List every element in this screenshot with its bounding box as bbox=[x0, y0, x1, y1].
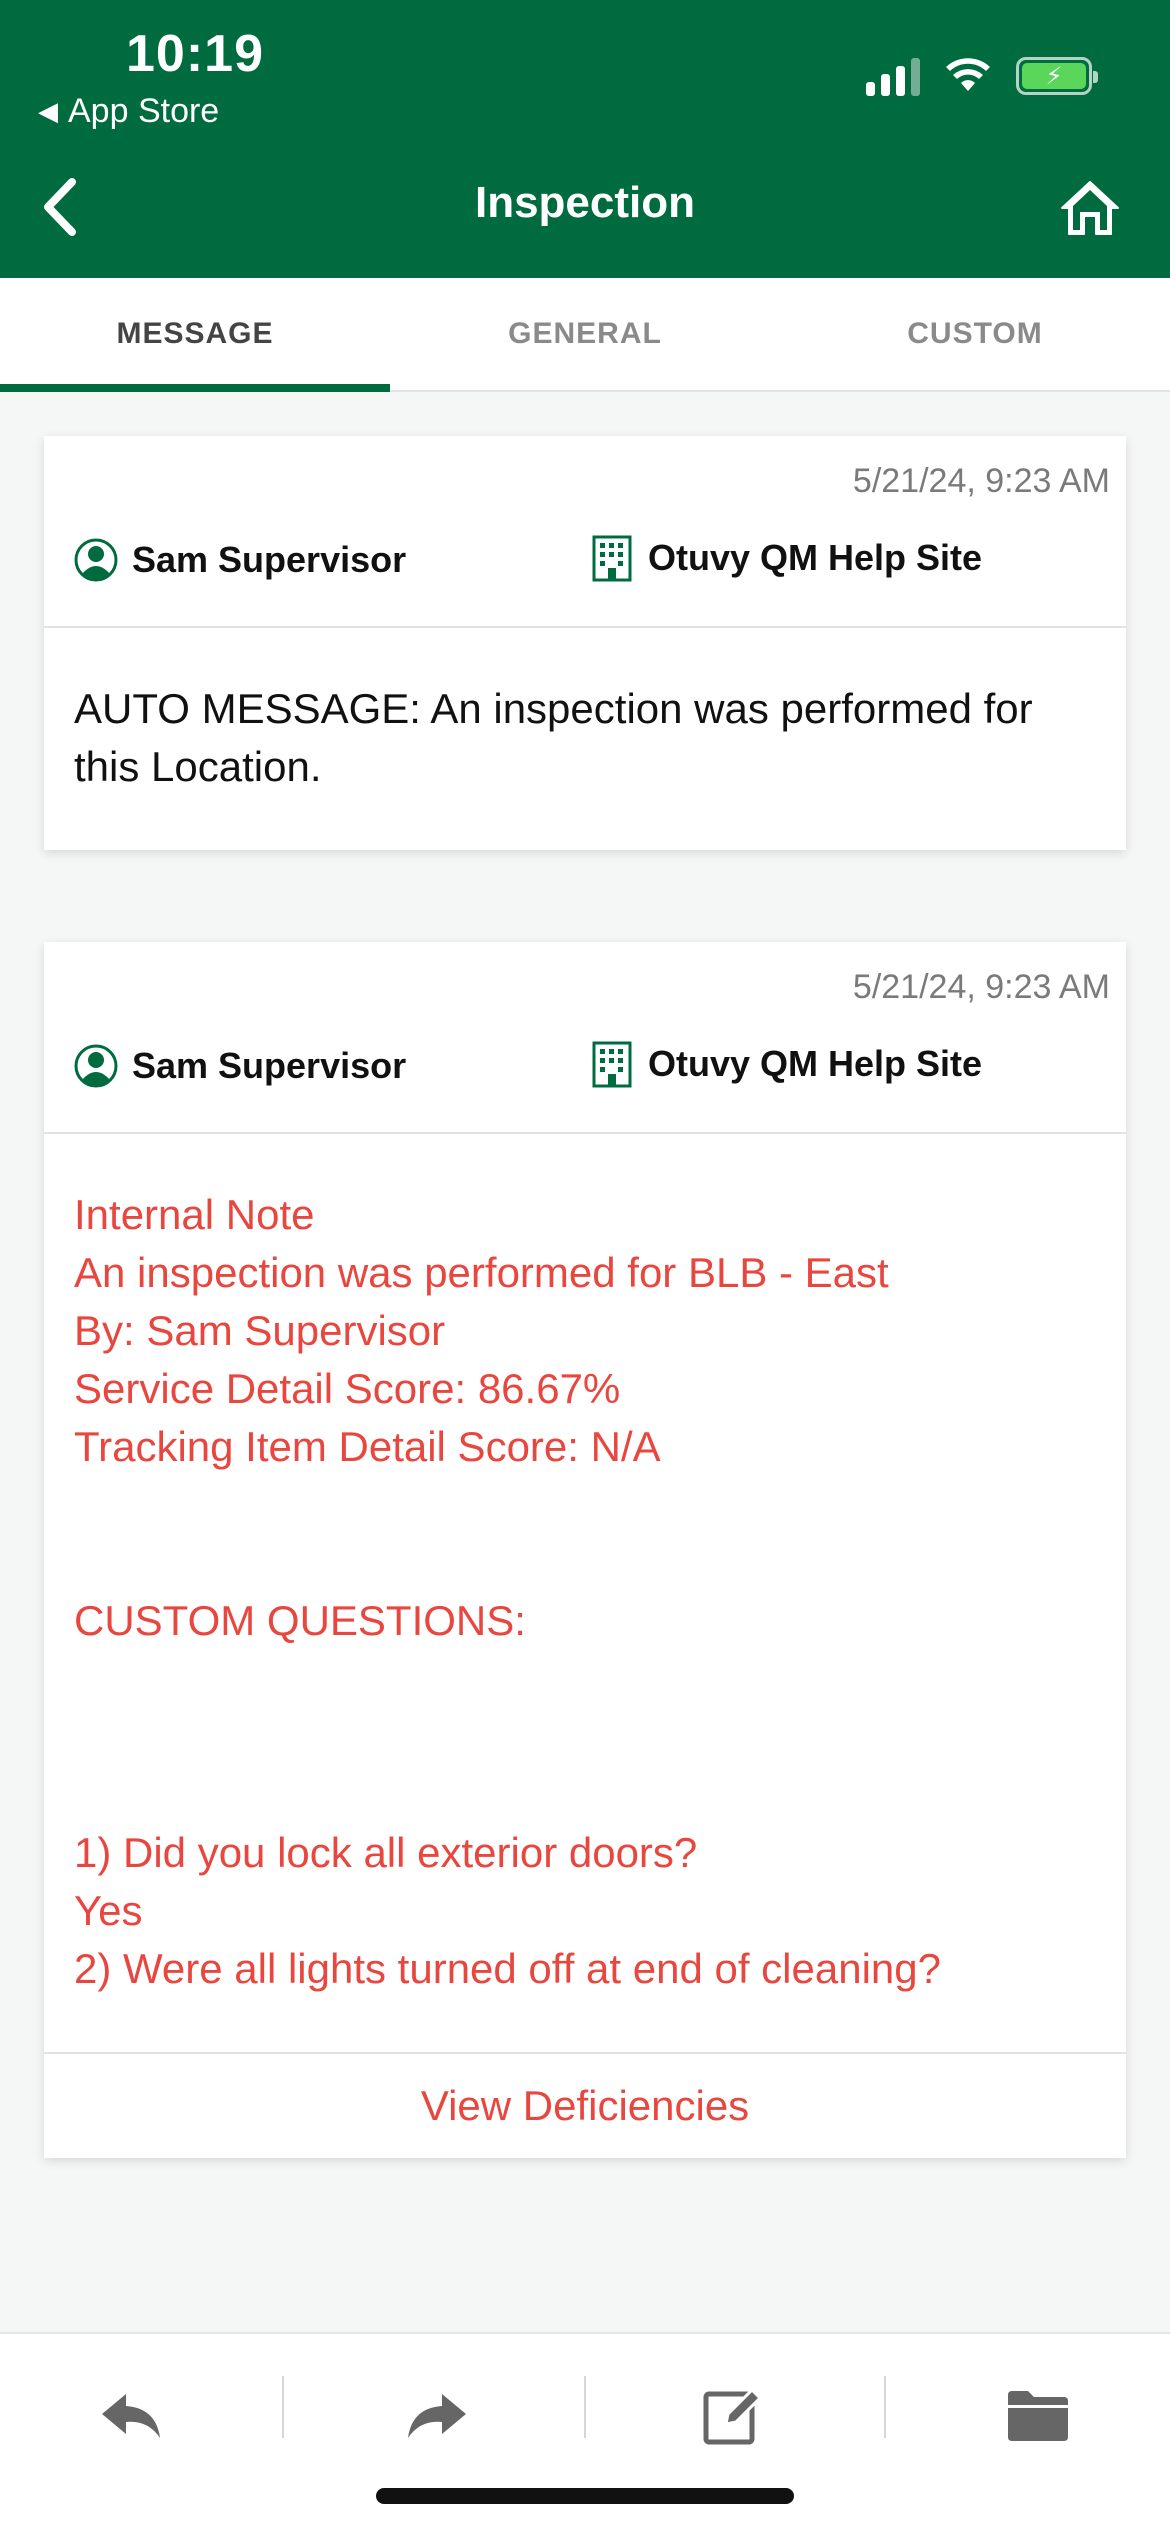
site-name: Otuvy QM Help Site bbox=[648, 1043, 983, 1084]
message-card-header: 5/21/24, 9:23 AM Sam Supervisor Otuvy QM… bbox=[44, 436, 1126, 628]
status-time: 10:19 bbox=[126, 25, 264, 83]
note-line: 1) Did you lock all exterior doors? bbox=[74, 1829, 698, 1876]
note-line bbox=[74, 1650, 1096, 1708]
message-author: Sam Supervisor bbox=[74, 536, 406, 584]
note-line: 2) Were all lights turned off at end of … bbox=[74, 1945, 941, 1992]
message-card: 5/21/24, 9:23 AM Sam Supervisor Otuvy QM… bbox=[44, 942, 1126, 2158]
reply-icon bbox=[102, 2394, 160, 2438]
forward-icon bbox=[408, 2394, 466, 2438]
note-line: An inspection was performed for BLB - Ea… bbox=[74, 1249, 889, 1296]
reply-button[interactable] bbox=[92, 2376, 172, 2456]
back-app-label: App Store bbox=[68, 92, 220, 130]
compose-button[interactable] bbox=[694, 2376, 774, 2456]
person-icon bbox=[74, 1044, 118, 1088]
note-line: Service Detail Score: 86.67% bbox=[74, 1365, 621, 1412]
back-to-app-link[interactable]: ◀ App Store bbox=[38, 92, 219, 131]
message-author: Sam Supervisor bbox=[74, 1042, 406, 1090]
author-name: Sam Supervisor bbox=[132, 1045, 407, 1086]
folder-button[interactable] bbox=[998, 2376, 1078, 2456]
tab-general[interactable]: GENERAL bbox=[390, 278, 780, 390]
message-date: 5/21/24, 9:23 AM bbox=[852, 462, 1110, 500]
home-icon[interactable] bbox=[1058, 176, 1122, 240]
tab-bar: MESSAGE GENERAL CUSTOM bbox=[0, 278, 1170, 392]
message-site: Otuvy QM Help Site bbox=[590, 534, 982, 582]
tab-message[interactable]: MESSAGE bbox=[0, 278, 390, 392]
back-triangle-icon: ◀ bbox=[38, 96, 58, 126]
message-card: 5/21/24, 9:23 AM Sam Supervisor Otuvy QM… bbox=[44, 436, 1126, 850]
wifi-icon bbox=[946, 58, 990, 91]
page-title: Inspection bbox=[474, 178, 696, 227]
note-line bbox=[74, 1476, 1096, 1534]
note-line bbox=[74, 1534, 1096, 1592]
note-line bbox=[74, 1766, 1096, 1824]
note-line: CUSTOM QUESTIONS: bbox=[74, 1597, 526, 1644]
tab-custom[interactable]: CUSTOM bbox=[780, 278, 1170, 390]
cellular-signal-icon bbox=[866, 56, 920, 96]
home-indicator bbox=[376, 2488, 794, 2504]
site-name: Otuvy QM Help Site bbox=[648, 537, 983, 578]
building-icon bbox=[592, 535, 632, 582]
toolbar-divider bbox=[884, 2376, 886, 2438]
battery-charging-icon: ⚡ bbox=[1016, 57, 1098, 95]
forward-button[interactable] bbox=[396, 2376, 476, 2456]
author-name: Sam Supervisor bbox=[132, 539, 407, 580]
note-line bbox=[74, 1708, 1096, 1766]
note-line: By: Sam Supervisor bbox=[74, 1307, 446, 1354]
message-site: Otuvy QM Help Site bbox=[590, 1040, 982, 1088]
note-line: Tracking Item Detail Score: N/A bbox=[74, 1423, 661, 1470]
toolbar-divider bbox=[584, 2376, 586, 2438]
edit-icon bbox=[703, 2387, 763, 2445]
toolbar-divider bbox=[282, 2376, 284, 2438]
note-line: Yes bbox=[74, 1887, 143, 1934]
status-icons: ⚡ bbox=[866, 56, 1098, 96]
view-deficiencies-link[interactable]: View Deficiencies bbox=[44, 2052, 1126, 2158]
person-icon bbox=[74, 538, 118, 582]
folder-icon bbox=[1008, 2391, 1068, 2441]
note-line: Internal Note bbox=[74, 1191, 315, 1238]
message-card-header: 5/21/24, 9:23 AM Sam Supervisor Otuvy QM… bbox=[44, 942, 1126, 1134]
message-date: 5/21/24, 9:23 AM bbox=[852, 968, 1110, 1006]
app-header: 10:19 ◀ App Store ⚡ Inspection bbox=[0, 0, 1170, 278]
internal-note-body: Internal Note An inspection was performe… bbox=[44, 1134, 1126, 2052]
building-icon bbox=[592, 1041, 632, 1088]
message-body: AUTO MESSAGE: An inspection was performe… bbox=[74, 685, 1033, 790]
